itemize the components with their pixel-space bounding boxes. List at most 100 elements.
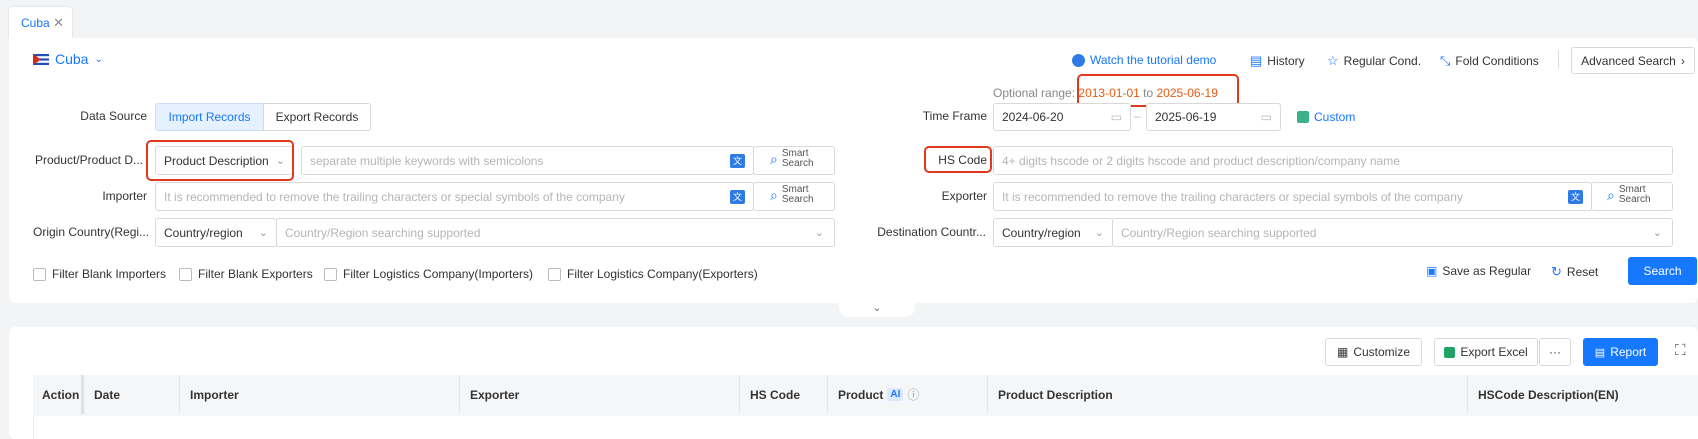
smart-search-text: Smart Search [782,185,814,205]
import-records-label: Import Records [168,110,251,124]
table-body [33,416,1698,439]
report-button[interactable]: ▤ Report [1583,338,1658,366]
filter-blank-importers[interactable]: Filter Blank Importers [33,267,166,281]
column-header-label: Product [838,387,884,402]
calendar-icon: ▭ [1260,110,1272,124]
chevron-down-icon: ⌄ [258,227,268,239]
ai-badge: AI [887,388,904,401]
filter-label: Filter Blank Exporters [198,267,313,281]
start-date-input[interactable]: 2024-06-20 ▭ [993,103,1131,131]
export-excel-label: Export Excel [1460,345,1528,359]
fold-icon: ⤡ [1440,53,1451,68]
column-header-label: Date [94,387,121,402]
translate-icon[interactable]: 文 [730,153,745,168]
reset-button[interactable]: ↻ Reset [1551,264,1598,280]
destination-country-label: Destination Countr... [877,225,986,239]
reset-icon: ↻ [1551,264,1562,279]
translate-icon[interactable]: 文 [730,189,745,204]
column-header-label: Exporter [470,387,520,402]
table-header: Action Date Importer Exporter HS Code Pr… [33,375,1698,416]
checkbox[interactable] [548,267,561,281]
close-icon[interactable]: ✕ [53,15,64,31]
export-records-button[interactable]: Export Records [263,103,371,131]
translate-icon[interactable]: 文 [1568,189,1583,204]
fold-conditions-button[interactable]: ⤡ Fold Conditions [1440,53,1539,69]
destination-country-input[interactable]: Country/Region searching supported ⌄ [1112,218,1673,247]
column-header-product-description: Product Description [988,375,1468,414]
highlight-product-select [146,140,294,181]
advanced-search-button[interactable]: Advanced Search › [1571,47,1695,74]
cuba-flag-icon [33,53,49,65]
filter-label: Filter Logistics Company(Importers) [343,267,534,281]
export-excel-button[interactable]: Export Excel [1434,338,1538,366]
tutorial-link[interactable]: Watch the tutorial demo [1072,53,1216,67]
origin-country-type-select[interactable]: Country/region ⌄ [155,218,277,247]
exporter-label: Exporter [941,189,987,203]
filter-logistics-exporters[interactable]: Filter Logistics Company(Exporters) [548,267,758,281]
regular-cond-button[interactable]: ☆ Regular Cond. [1327,53,1421,69]
filter-blank-exporters[interactable]: Filter Blank Exporters [179,267,313,281]
custom-icon [1297,111,1309,123]
export-records-label: Export Records [275,110,359,124]
reset-label: Reset [1566,265,1599,279]
smart-search-text: Smart Search [782,149,814,169]
chevron-down-icon: ⌄ [1652,227,1662,239]
checkbox[interactable] [33,267,46,281]
hs-code-input[interactable]: 4+ digits hscode or 2 digits hscode and … [993,146,1673,175]
country-name: Cuba [55,51,89,67]
column-header-date: Date [84,375,180,414]
chevron-down-icon: ⌄ [1094,227,1104,239]
import-records-button[interactable]: Import Records [155,103,264,131]
collapse-handle[interactable]: ⌄ [839,303,915,317]
save-regular-button[interactable]: ▣ Save as Regular [1426,264,1531,278]
calendar-icon: ▭ [1110,110,1122,124]
importer-label: Importer [102,189,147,203]
origin-country-input[interactable]: Country/Region searching supported ⌄ [276,218,835,247]
customize-button[interactable]: ▦ Customize [1325,338,1422,366]
history-icon: ▤ [1250,53,1263,68]
more-icon: ··· [1549,345,1561,359]
custom-label: Custom [1314,110,1356,124]
importer-smart-search-button[interactable]: ⌕ Smart Search [770,185,814,205]
exporter-input[interactable]: It is recommended to remove the trailing… [993,182,1592,211]
save-icon: ▣ [1426,264,1438,278]
search-label: Search [1618,194,1651,205]
search-button[interactable]: Search [1628,257,1697,285]
history-button[interactable]: ▤ History [1250,53,1305,69]
report-icon: ▤ [1594,346,1606,359]
optional-range-label: Optional range: [993,86,1076,100]
chevron-right-icon: › [1680,53,1685,68]
tab-label: Cuba [21,16,50,30]
chevron-down-icon: ⌄ [872,302,882,314]
destination-country-placeholder: Country/Region searching supported [1121,225,1317,240]
destination-country-type-select[interactable]: Country/region ⌄ [993,218,1113,247]
advanced-search-label: Advanced Search [1581,53,1676,68]
destination-country-type-value: Country/region [1002,225,1081,240]
column-header-label: Importer [190,387,239,402]
filter-label: Filter Logistics Company(Exporters) [567,267,758,281]
search-label: Search [781,158,814,169]
product-smart-search-button[interactable]: ⌕ Smart Search [770,149,814,169]
time-frame-label: Time Frame [922,109,987,123]
save-regular-label: Save as Regular [1442,264,1532,278]
date-separator: – [1134,109,1141,123]
checkbox[interactable] [324,267,337,281]
checkbox[interactable] [179,267,192,281]
column-header-label: HSCode Description(EN) [1478,387,1619,402]
country-selector[interactable]: Cuba ⌄ [33,51,103,67]
origin-country-placeholder: Country/Region searching supported [285,225,481,240]
end-date-input[interactable]: 2025-06-19 ▭ [1146,103,1281,131]
search-label: Search [781,194,814,205]
tab-cuba[interactable]: Cuba ✕ [8,6,73,38]
column-header-label: Action [42,387,80,402]
info-icon[interactable]: ⓘ [907,386,919,403]
custom-button[interactable]: Custom [1297,110,1355,124]
end-date-value: 2025-06-19 [1155,110,1217,124]
importer-input[interactable]: It is recommended to remove the trailing… [155,182,754,211]
customize-icon: ▦ [1336,345,1349,359]
exporter-smart-search-button[interactable]: ⌕ Smart Search [1607,185,1651,205]
more-button[interactable]: ··· [1539,338,1571,366]
product-keywords-input[interactable]: separate multiple keywords with semicolo… [301,146,754,175]
fullscreen-icon[interactable]: ⛶ [1675,342,1686,359]
filter-logistics-importers[interactable]: Filter Logistics Company(Importers) [324,267,533,281]
